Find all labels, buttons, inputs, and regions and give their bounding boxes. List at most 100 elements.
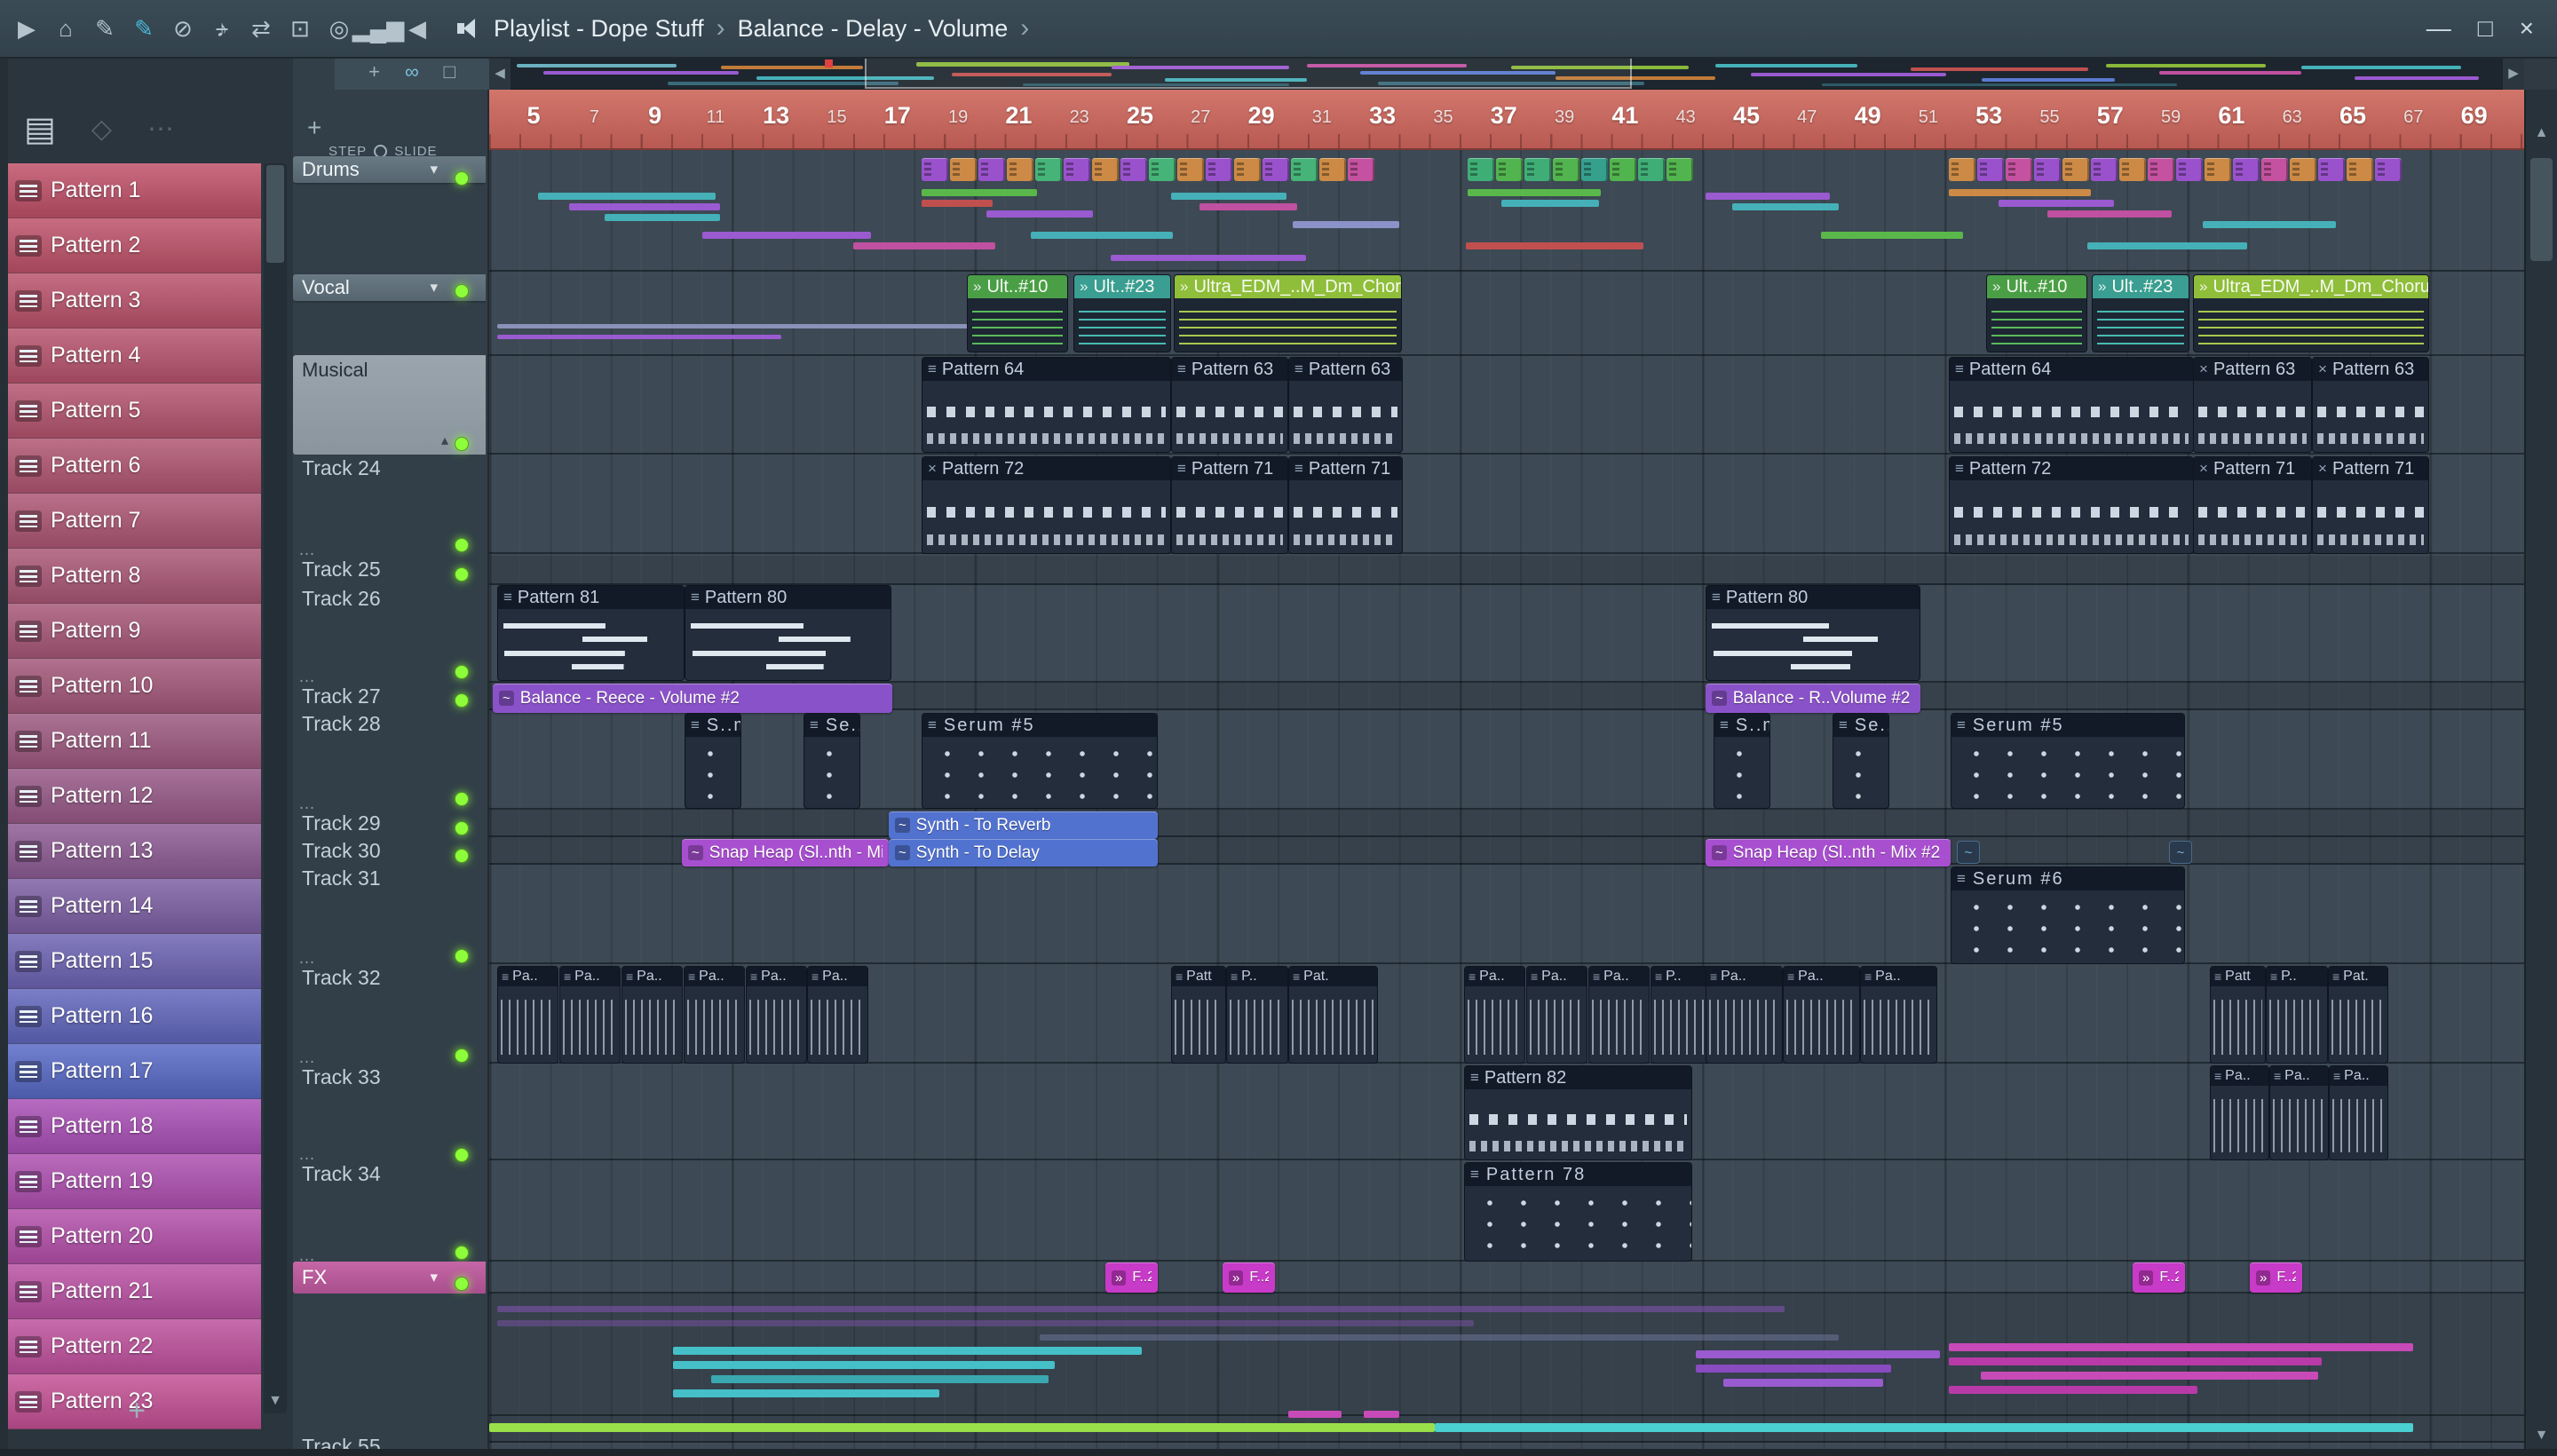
track-lane[interactable] xyxy=(489,1433,2524,1449)
mini-pattern-clip[interactable]: ≡ Pa.. xyxy=(1526,966,1587,1064)
track-lane[interactable] xyxy=(489,810,2524,837)
fx-clip[interactable]: » F..2 xyxy=(1105,1262,1158,1293)
clip-fragment[interactable] xyxy=(538,193,716,200)
drum-pattern-block[interactable] xyxy=(2261,158,2288,181)
fx-clip[interactable]: » F..2 xyxy=(2133,1262,2185,1293)
pattern-clip[interactable]: × Pattern 63 xyxy=(2312,357,2429,453)
link-icon[interactable]: ~ xyxy=(1957,841,1980,864)
paint-tool-icon[interactable]: ✎ xyxy=(124,8,163,49)
pattern-clip[interactable]: ≡ S..m xyxy=(685,713,741,809)
drum-pattern-block[interactable] xyxy=(1149,158,1176,181)
close-button[interactable]: × xyxy=(2520,14,2534,43)
pattern-clip[interactable]: ≡ Serum #6 xyxy=(1951,866,2185,964)
patterns-brick-icon[interactable]: ▤ xyxy=(24,109,56,149)
pattern-clip[interactable]: × Pattern 71 xyxy=(2193,456,2312,554)
track-mute-led[interactable] xyxy=(455,792,469,806)
pattern-clip[interactable]: ≡ Pattern 82 xyxy=(1464,1065,1692,1160)
minimize-button[interactable]: — xyxy=(2426,14,2451,43)
audio-clip[interactable]: » Ult..#10 xyxy=(1986,274,2087,352)
drum-pattern-block[interactable] xyxy=(1263,158,1289,181)
clip-fragment[interactable] xyxy=(1293,221,1399,228)
drum-pattern-block[interactable] xyxy=(1638,158,1665,181)
track-mute-led[interactable] xyxy=(455,437,469,451)
clip-fragment[interactable] xyxy=(1031,232,1173,239)
scrollbar-thumb[interactable] xyxy=(266,165,284,263)
clip-fragment[interactable] xyxy=(1040,1334,1839,1341)
clip-fragment[interactable] xyxy=(1364,1411,1399,1418)
track-header[interactable]: … Track 32 xyxy=(293,949,486,991)
drum-pattern-block[interactable] xyxy=(1553,158,1579,181)
mini-pattern-clip[interactable]: ≡ Patt xyxy=(1171,966,1226,1064)
drum-pattern-block[interactable] xyxy=(950,158,977,181)
breadcrumb-playlist[interactable]: Playlist - Dope Stuff xyxy=(494,15,704,43)
pattern-item[interactable]: Pattern 22 xyxy=(8,1319,261,1374)
scroll-down-icon[interactable]: ▼ xyxy=(264,1389,287,1413)
drum-pattern-block[interactable] xyxy=(1610,158,1636,181)
drum-pattern-block[interactable] xyxy=(1234,158,1261,181)
clip-fragment[interactable] xyxy=(605,214,720,221)
drum-pattern-block[interactable] xyxy=(1581,158,1608,181)
mini-pattern-clip[interactable]: ≡ Pa.. xyxy=(497,966,558,1064)
drum-pattern-block[interactable] xyxy=(1524,158,1551,181)
scroll-down-icon[interactable]: ▼ xyxy=(2526,1428,2557,1444)
drum-pattern-block[interactable] xyxy=(2347,158,2373,181)
track-mute-led[interactable] xyxy=(455,1048,469,1063)
slip-tool-icon[interactable]: ♪ xyxy=(202,8,241,49)
pattern-item[interactable]: Pattern 16 xyxy=(8,989,261,1044)
drum-pattern-block[interactable] xyxy=(1666,158,1693,181)
track-header[interactable]: Track 26 xyxy=(293,585,486,612)
add-track-button[interactable]: + xyxy=(307,114,321,142)
pattern-item[interactable]: Pattern 3 xyxy=(8,273,261,328)
scrollbar-thumb[interactable] xyxy=(2530,158,2553,261)
vertical-scrollbar[interactable]: ▲ ▼ xyxy=(2524,90,2557,1449)
scroll-right-button[interactable]: ▶ xyxy=(2503,56,2524,90)
drum-pattern-block[interactable] xyxy=(1319,158,1346,181)
pattern-item[interactable]: Pattern 8 xyxy=(8,549,261,604)
mini-pattern-clip[interactable]: ≡ Pa.. xyxy=(1860,966,1937,1064)
mini-pattern-clip[interactable]: ≡ P.. xyxy=(1226,966,1288,1064)
pattern-item[interactable]: Pattern 18 xyxy=(8,1099,261,1154)
track-header[interactable]: Track 31 xyxy=(293,865,486,891)
pattern-clip[interactable]: ≡ Pattern 63 xyxy=(1171,357,1288,453)
pattern-scrollbar[interactable]: ▼ xyxy=(264,163,287,1413)
pattern-clip[interactable]: ≡ Se.. xyxy=(804,713,860,809)
meter-icon[interactable]: ▂▄▆ xyxy=(352,8,404,49)
pattern-item[interactable]: Pattern 13 xyxy=(8,824,261,879)
mini-pattern-clip[interactable]: ≡ Pa.. xyxy=(1783,966,1860,1064)
pattern-item[interactable]: Pattern 6 xyxy=(8,439,261,494)
snap-icon[interactable]: ◇ xyxy=(91,114,112,145)
clip-fragment[interactable] xyxy=(1821,232,1963,239)
pattern-item[interactable]: Pattern 12 xyxy=(8,769,261,824)
clip-fragment[interactable] xyxy=(1466,242,1643,249)
clip-fragment[interactable] xyxy=(673,1347,1142,1355)
fx-clip[interactable]: » F..2 xyxy=(1223,1262,1275,1293)
automation-clip[interactable]: ~ Snap Heap (Sl..nth - Mix #2 xyxy=(1706,839,1951,866)
track-lane[interactable] xyxy=(489,710,2524,810)
mini-pattern-clip[interactable]: ≡ Pa.. xyxy=(1706,966,1783,1064)
track-mute-led[interactable] xyxy=(455,949,469,963)
drum-pattern-block[interactable] xyxy=(2176,158,2203,181)
clip-fragment[interactable] xyxy=(1949,1357,2322,1365)
clip-fragment[interactable] xyxy=(497,1306,1785,1312)
pattern-item[interactable]: Pattern 2 xyxy=(8,218,261,273)
clip-fragment[interactable] xyxy=(1999,200,2114,207)
pattern-item[interactable]: Pattern 14 xyxy=(8,879,261,934)
mini-pattern-clip[interactable]: ≡ Pa.. xyxy=(1588,966,1650,1064)
scroll-left-button[interactable]: ◀ xyxy=(489,56,511,90)
pattern-clip[interactable]: ≡ Pattern 71 xyxy=(1171,456,1288,554)
pattern-item[interactable]: Pattern 4 xyxy=(8,328,261,384)
clip-fragment[interactable] xyxy=(1199,203,1297,210)
drum-pattern-block[interactable] xyxy=(2290,158,2316,181)
track-menu-icon[interactable]: ▾ xyxy=(430,279,438,297)
track-header[interactable]: Track 55 xyxy=(293,1433,486,1450)
track-header[interactable]: … Track 34 xyxy=(293,1145,486,1187)
pattern-item[interactable]: Pattern 1 xyxy=(8,163,261,218)
overview-viewport[interactable] xyxy=(865,57,1632,89)
drum-pattern-block[interactable] xyxy=(978,158,1005,181)
track-header[interactable]: Track 24 xyxy=(293,455,486,481)
track-mute-led[interactable] xyxy=(455,1277,469,1291)
clip-fragment[interactable] xyxy=(2087,242,2247,249)
clip-fragment[interactable] xyxy=(489,1423,1435,1432)
clip-fragment[interactable] xyxy=(711,1375,1049,1383)
track-mute-led[interactable] xyxy=(455,693,469,708)
